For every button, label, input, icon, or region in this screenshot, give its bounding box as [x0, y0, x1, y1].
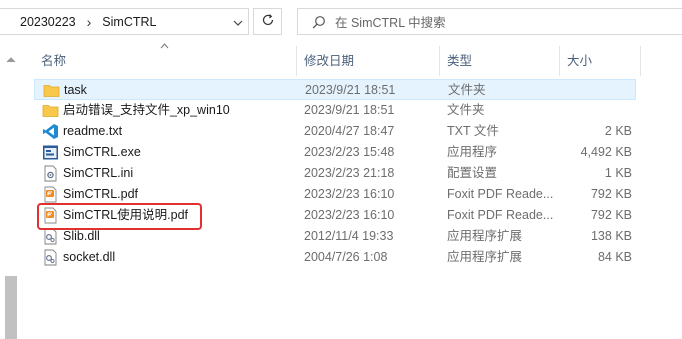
file-name: socket.dll: [63, 250, 116, 264]
file-name: task: [64, 83, 87, 97]
sort-ascending-icon: [160, 41, 169, 52]
column-header-name[interactable]: 名称: [41, 44, 66, 78]
file-row-simctrl-ini[interactable]: SimCTRL.ini 2023/2/23 21:18 配置设置 1 KB: [34, 163, 636, 184]
file-date: 2020/4/27 18:47: [304, 124, 395, 138]
dll-icon: [42, 249, 59, 266]
address-bar-area: 20230223 › SimCTRL 在 SimCTRL 中搜索: [0, 0, 682, 44]
file-size: [575, 80, 633, 101]
file-size: 1 KB: [604, 166, 632, 180]
annotation-highlight-box: [37, 203, 202, 230]
file-size: 138 KB: [590, 229, 632, 243]
navigation-scrollbar-thumb[interactable]: [5, 276, 17, 339]
column-header-date[interactable]: 修改日期: [304, 44, 354, 78]
folder-icon: [42, 102, 59, 119]
vscode-text-file-icon: [42, 123, 59, 140]
refresh-icon: [261, 13, 275, 30]
file-type: 配置设置: [447, 166, 498, 180]
exe-icon: [42, 144, 59, 161]
breadcrumb-20230223[interactable]: 20230223: [18, 15, 78, 29]
file-type: Foxit PDF Reade...: [447, 187, 554, 201]
column-header-type[interactable]: 类型: [447, 44, 472, 78]
file-size: 84 KB: [597, 250, 632, 264]
file-row-startup-error-folder[interactable]: 启动错误_支持文件_xp_win10 2023/9/21 18:51 文件夹: [34, 100, 636, 121]
column-divider[interactable]: [640, 46, 641, 76]
search-box[interactable]: 在 SimCTRL 中搜索: [297, 8, 682, 35]
search-placeholder: 在 SimCTRL 中搜索: [335, 16, 446, 30]
file-size: [574, 100, 632, 121]
column-divider[interactable]: [559, 46, 560, 76]
ini-file-icon: [42, 165, 59, 182]
file-name: SimCTRL.pdf: [63, 187, 139, 201]
file-size: 792 KB: [590, 208, 632, 222]
breadcrumb-simctrl[interactable]: SimCTRL: [100, 15, 158, 29]
column-header-size[interactable]: 大小: [567, 44, 592, 78]
refresh-button[interactable]: [253, 8, 282, 35]
folder-icon: [43, 82, 60, 99]
file-date: 2023/2/23 16:10: [304, 187, 395, 201]
address-history-button[interactable]: [227, 8, 249, 35]
file-row-socket-dll[interactable]: socket.dll 2004/7/26 1:08 应用程序扩展 84 KB: [34, 247, 636, 268]
column-header: 名称 修改日期 类型 大小: [30, 41, 682, 78]
file-row-task[interactable]: task 2023/9/21 18:51 文件夹: [34, 79, 636, 100]
file-type: 应用程序扩展: [447, 250, 523, 264]
dll-icon: [42, 228, 59, 245]
foxit-pdf-icon: [42, 186, 59, 203]
navigation-pane: [0, 44, 22, 339]
file-type: 文件夹: [447, 103, 485, 117]
file-type: 应用程序: [447, 145, 498, 159]
file-type: TXT 文件: [447, 124, 499, 138]
file-date: 2023/2/23 21:18: [304, 166, 395, 180]
file-name: 启动错误_支持文件_xp_win10: [63, 103, 230, 117]
file-row-simctrl-pdf[interactable]: SimCTRL.pdf 2023/2/23 16:10 Foxit PDF Re…: [34, 184, 636, 205]
file-date: 2023/9/21 18:51: [305, 83, 396, 97]
address-bar[interactable]: 20230223 › SimCTRL: [0, 8, 249, 35]
chevron-down-icon: [233, 15, 243, 29]
file-row-simctrl-exe[interactable]: SimCTRL.exe 2023/2/23 15:48 应用程序 4,492 K…: [34, 142, 636, 163]
file-type: Foxit PDF Reade...: [447, 208, 554, 222]
file-name: SimCTRL.exe: [63, 145, 141, 159]
chevron-up-icon[interactable]: [6, 52, 16, 66]
breadcrumb-separator: ›: [86, 13, 92, 30]
file-type: 应用程序扩展: [447, 229, 523, 243]
file-row-readme[interactable]: readme.txt 2020/4/27 18:47 TXT 文件 2 KB: [34, 121, 636, 142]
file-type: 文件夹: [448, 83, 486, 97]
file-date: 2023/2/23 16:10: [304, 208, 395, 222]
file-size: 792 KB: [590, 187, 632, 201]
file-date: 2023/9/21 18:51: [304, 103, 395, 117]
file-name: readme.txt: [63, 124, 123, 138]
search-icon: [312, 15, 326, 29]
file-date: 2023/2/23 15:48: [304, 145, 395, 159]
column-divider[interactable]: [439, 46, 440, 76]
file-size: 2 KB: [604, 124, 632, 138]
file-date: 2012/11/4 19:33: [304, 229, 394, 243]
file-size: 4,492 KB: [580, 145, 632, 159]
file-date: 2004/7/26 1:08: [304, 250, 388, 264]
file-name: SimCTRL.ini: [63, 166, 134, 180]
column-divider[interactable]: [296, 46, 297, 76]
